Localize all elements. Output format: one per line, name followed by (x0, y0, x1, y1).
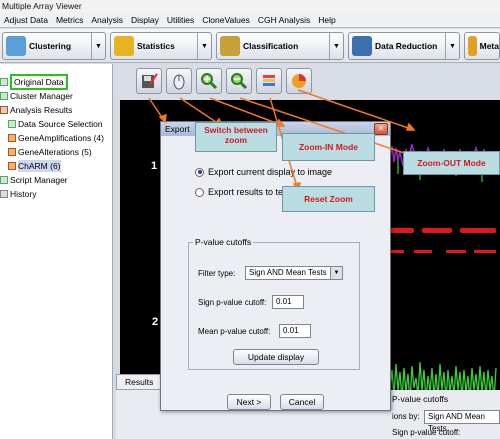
callout-switch-zoom: Switch between zoom (195, 122, 277, 152)
callout-zoom-in: Zoom-IN Mode (282, 133, 375, 161)
annotation-arrows (148, 89, 418, 192)
callout-zoom-out: Zoom-OUT Mode (403, 151, 500, 175)
callout-reset-zoom: Reset Zoom (282, 186, 375, 212)
